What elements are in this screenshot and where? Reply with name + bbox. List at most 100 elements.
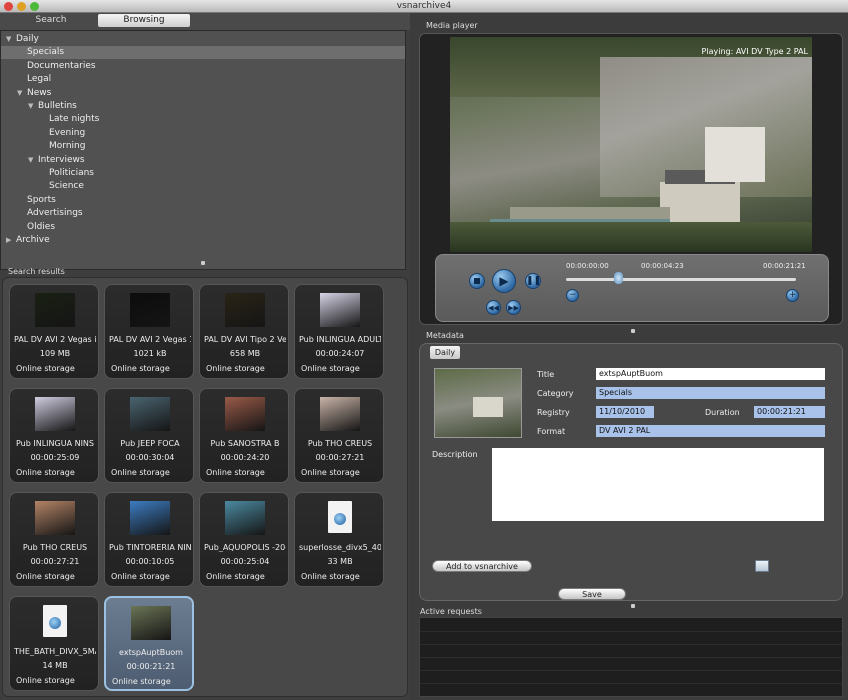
- result-info: 00:00:24:20: [220, 453, 270, 462]
- left-tab-bar: Search Browsing: [0, 13, 410, 30]
- disclosure-open-icon[interactable]: ▼: [28, 154, 33, 167]
- result-thumbnail: [35, 501, 75, 535]
- disclosure-open-icon[interactable]: ▼: [28, 100, 33, 113]
- format-field[interactable]: DV AVI 2 PAL: [596, 425, 825, 437]
- splitter-handle[interactable]: [631, 329, 635, 333]
- tree-item[interactable]: ▼ Daily: [1, 33, 405, 46]
- add-to-archive-button[interactable]: Add to vsnarchive: [432, 560, 532, 572]
- metadata-panel: Daily Title extspAuptBuom Category Speci…: [419, 343, 843, 601]
- video-file-icon: [43, 605, 67, 637]
- result-storage: Online storage: [301, 364, 360, 373]
- result-thumbnail: [225, 293, 265, 327]
- result-card[interactable]: PAL DV AVI 2 Vegas 1 1021 kB Online storag…: [104, 284, 194, 379]
- result-storage: Online storage: [16, 676, 75, 685]
- result-card[interactable]: Pub THO CREUS 00:00:27:21 Online storage: [294, 388, 384, 483]
- tree-item[interactable]: Politicians: [1, 167, 405, 180]
- registry-field[interactable]: 11/10/2010: [596, 406, 654, 418]
- result-card[interactable]: THE_BATH_DIVX_5MA 14 MB Online storage: [9, 596, 99, 691]
- media-player-label: Media player: [426, 21, 478, 30]
- result-storage: Online storage: [301, 468, 360, 477]
- tree-item[interactable]: Science: [1, 180, 405, 193]
- tree-item-label: Legal: [27, 74, 52, 85]
- result-card[interactable]: Pub SANOSTRA B 00:00:24:20 Online storage: [199, 388, 289, 483]
- tree-item[interactable]: Sports: [1, 194, 405, 207]
- folder-icon[interactable]: [755, 560, 769, 572]
- result-info: 00:00:27:21: [315, 453, 365, 462]
- category-label: Category: [537, 389, 574, 398]
- window-title: vsnarchive4: [396, 1, 452, 11]
- tree-item[interactable]: Documentaries: [1, 60, 405, 73]
- tree-item[interactable]: Legal: [1, 73, 405, 86]
- title-field[interactable]: extspAuptBuom: [596, 368, 825, 380]
- list-row-divider: [420, 644, 842, 645]
- timeline-slider[interactable]: [566, 278, 796, 281]
- result-name: Pub THO CREUS: [22, 543, 88, 552]
- result-card[interactable]: Pub_AQUOPOLIS -20- 00:00:25:04 Online stor…: [199, 492, 289, 587]
- tab-search[interactable]: Search: [6, 14, 96, 27]
- tree-item-label: Evening: [49, 127, 86, 138]
- left-pane: Search Browsing ▼ Daily Specials Documentar…: [0, 13, 410, 700]
- video-viewport[interactable]: Playing: AVI DV Type 2 PAL: [450, 37, 812, 252]
- result-thumbnail: [131, 606, 171, 640]
- result-card[interactable]: PAL DV AVI 2 Vegas i 109 MB Online storage: [9, 284, 99, 379]
- result-storage: Online storage: [111, 572, 170, 581]
- result-card[interactable]: Pub TINTORERIA NIN 00:00:10:05 Online stor…: [104, 492, 194, 587]
- result-name: Pub JEEP FOCA: [120, 439, 180, 448]
- tab-daily[interactable]: Daily: [430, 346, 460, 359]
- result-name: Pub INLINGUA NINS: [16, 439, 94, 448]
- video-file-icon: [328, 501, 352, 533]
- splitter-handle[interactable]: [201, 261, 205, 265]
- result-thumbnail: [225, 397, 265, 431]
- disclosure-open-icon[interactable]: ▼: [6, 33, 11, 46]
- result-storage: Online storage: [111, 364, 170, 373]
- result-name: Pub TINTORERIA NIN: [109, 543, 191, 552]
- timeline-knob[interactable]: [613, 272, 623, 284]
- tab-browsing[interactable]: Browsing: [98, 14, 190, 27]
- tree-item[interactable]: Advertisings: [1, 207, 405, 220]
- result-card[interactable]: Pub JEEP FOCA 00:00:30:04 Online storage: [104, 388, 194, 483]
- save-button[interactable]: Save: [558, 588, 626, 600]
- step-forward-button[interactable]: ▶▶: [506, 300, 521, 315]
- tree-item[interactable]: Late nights: [1, 113, 405, 126]
- result-card[interactable]: PAL DV AVI Tipo 2 Ve 658 MB Online storage: [199, 284, 289, 379]
- tree-item-label: Morning: [49, 141, 86, 152]
- play-button[interactable]: ▶: [492, 269, 516, 293]
- tree-item[interactable]: Morning: [1, 140, 405, 153]
- duration-field[interactable]: 00:00:21:21: [754, 406, 825, 418]
- tree-item[interactable]: ▶ Archive: [1, 234, 405, 247]
- stop-button[interactable]: [469, 273, 485, 289]
- mark-in-button[interactable]: −: [566, 289, 579, 302]
- step-back-button[interactable]: ◀◀: [486, 300, 501, 315]
- stop-icon: [474, 278, 480, 284]
- result-card[interactable]: extspAuptBuom 00:00:21:21 Online storage: [104, 596, 194, 691]
- tree-item[interactable]: ▼ News: [1, 87, 405, 100]
- result-name: Pub THO CREUS: [307, 439, 373, 448]
- result-name: Pub_AQUOPOLIS -20-: [204, 543, 286, 552]
- thumbnail-building: [473, 397, 503, 417]
- tree-item[interactable]: ▼ Interviews: [1, 154, 405, 167]
- category-tree: ▼ Daily Specials Documentaries Legal ▼ News ▼ Bu…: [0, 30, 406, 270]
- description-label: Description: [432, 450, 478, 459]
- category-field[interactable]: Specials: [596, 387, 825, 399]
- mark-out-button[interactable]: +: [786, 289, 799, 302]
- tree-item[interactable]: Oldies: [1, 221, 405, 234]
- disclosure-closed-icon[interactable]: ▶: [6, 234, 11, 247]
- result-card[interactable]: superlosse_divx5_40 33 MB Online storage: [294, 492, 384, 587]
- list-row-divider: [420, 631, 842, 632]
- result-info: 109 MB: [39, 349, 71, 358]
- result-name: PAL DV AVI 2 Vegas i: [14, 335, 96, 344]
- result-card[interactable]: Pub THO CREUS 00:00:27:21 Online storage: [9, 492, 99, 587]
- tree-item[interactable]: ▼ Bulletins: [1, 100, 405, 113]
- result-card[interactable]: Pub INLINGUA NINS 00:00:25:09 Online stora…: [9, 388, 99, 483]
- description-field[interactable]: [492, 448, 824, 521]
- list-row-divider: [420, 657, 842, 658]
- pause-button[interactable]: ❚❚: [525, 273, 541, 289]
- result-card[interactable]: Pub INLINGUA ADULT 00:00:24:07 Online stor…: [294, 284, 384, 379]
- result-thumbnail: [35, 397, 75, 431]
- disclosure-open-icon[interactable]: ▼: [17, 87, 22, 100]
- result-info: 1021 kB: [133, 349, 167, 358]
- tree-item[interactable]: Evening: [1, 127, 405, 140]
- result-thumbnail: [130, 397, 170, 431]
- splitter-handle[interactable]: [631, 604, 635, 608]
- tree-item[interactable]: Specials: [1, 46, 405, 60]
